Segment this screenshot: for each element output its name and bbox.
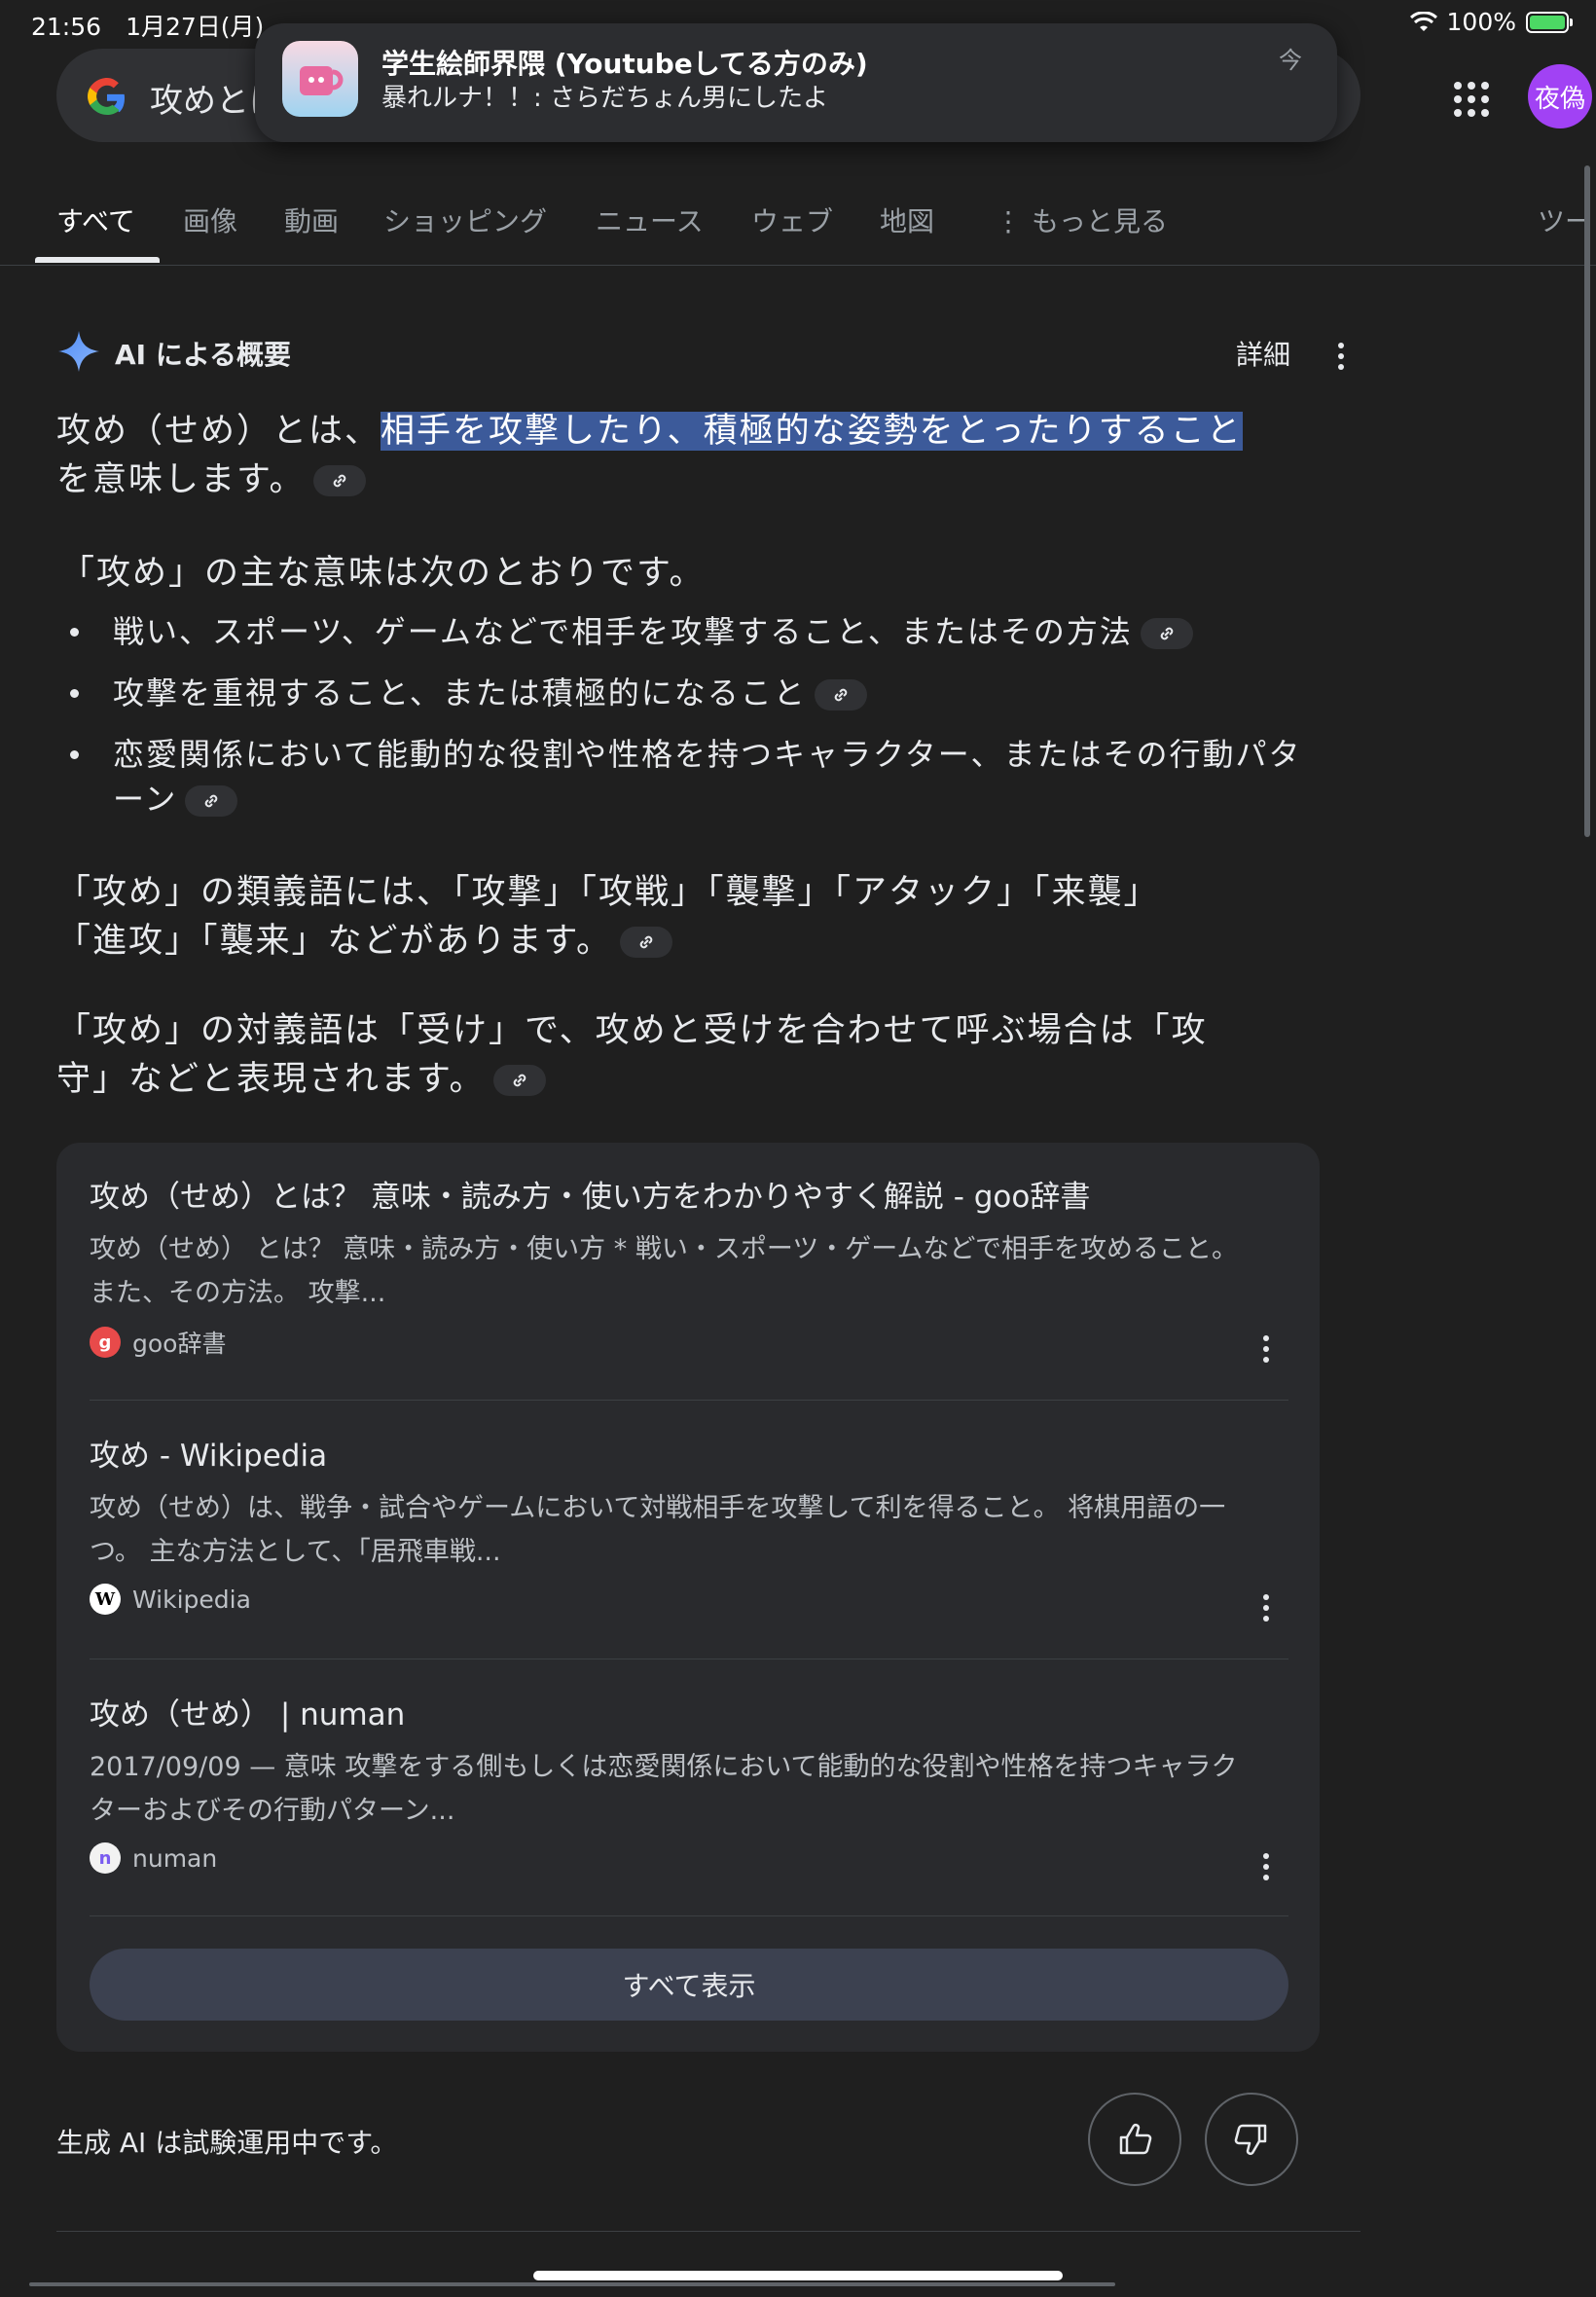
- source-link-icon[interactable]: [1140, 618, 1193, 649]
- status-right: 100%: [1409, 8, 1573, 36]
- numan-favicon-icon: n: [90, 1842, 121, 1874]
- tab-all[interactable]: すべて: [56, 201, 135, 239]
- home-indicator[interactable]: [533, 2271, 1063, 2280]
- source-title[interactable]: 攻め - Wikipedia: [90, 1431, 1288, 1475]
- tab-shopping[interactable]: ショッピング: [383, 201, 547, 239]
- source-snippet: 攻め（せめ）は、戦争・試合やゲームにおいて対戦相手を攻撃して利を得ること。 将棋…: [90, 1493, 1226, 1567]
- apps-grid-icon[interactable]: [1454, 82, 1489, 117]
- ai-synonyms: 「攻め」の類義語には、「攻撃」「攻戦」「襲撃」「アタック」「来襲」 「進攻」「襲…: [56, 873, 1160, 961]
- thumbs-down-icon: [1234, 2124, 1267, 2155]
- source-title[interactable]: 攻め（せめ）とは？ 意味・読み方・使い方をわかりやすく解説 - goo辞書: [90, 1172, 1288, 1216]
- ai-antonym: 「攻め」の対義語は「受け」で、攻めと受けを合わせて呼ぶ場合は「攻 守」などと表現…: [56, 1011, 1208, 1099]
- source-more-icon[interactable]: [1263, 1335, 1269, 1367]
- search-tabs: すべて 画像 動画 ショッピング ニュース ウェブ 地図 ⋮ もっと見る ツー: [0, 201, 1596, 266]
- tab-images[interactable]: 画像: [183, 201, 237, 239]
- notification-time: 今: [1279, 47, 1302, 74]
- tab-videos[interactable]: 動画: [284, 201, 339, 239]
- notification-title: 学生絵師界隈 (Youtubeしてる方のみ): [381, 48, 868, 80]
- source-link-icon[interactable]: [492, 1065, 546, 1096]
- ai-overview-label: AI による概要: [115, 339, 291, 371]
- show-all-button[interactable]: すべて表示: [90, 1949, 1288, 2021]
- cup-icon: [300, 66, 344, 95]
- divider: [90, 1400, 1288, 1401]
- status-time: 21:56 1月27日(月): [31, 13, 265, 41]
- source-item[interactable]: 攻め（せめ） | numan 2017/09/09 — 意味 攻撃をする側もしく…: [90, 1690, 1288, 1874]
- avatar[interactable]: 夜偽: [1528, 64, 1592, 128]
- source-item[interactable]: 攻め（せめ）とは？ 意味・読み方・使い方をわかりやすく解説 - goo辞書 攻め…: [90, 1172, 1288, 1360]
- horizontal-scrollbar[interactable]: [29, 2282, 1115, 2286]
- tab-news[interactable]: ニュース: [596, 201, 704, 239]
- source-more-icon[interactable]: [1263, 1594, 1269, 1626]
- more-vert-icon: ⋮: [995, 205, 1022, 237]
- tab-maps[interactable]: 地図: [880, 201, 934, 239]
- divider: [90, 1915, 1288, 1916]
- ai-more-icon[interactable]: [1338, 343, 1344, 375]
- source-snippet: 2017/09/09 — 意味 攻撃をする側もしくは恋愛関係において能動的な役割…: [90, 1752, 1238, 1826]
- google-logo-icon: [88, 78, 125, 115]
- source-site: n numan: [90, 1842, 1288, 1874]
- thumbs-down-button[interactable]: [1205, 2093, 1298, 2186]
- active-tab-indicator: [35, 257, 160, 263]
- ai-intro: 攻め（せめ）とは、相手を攻撃したり、積極的な姿勢をとったりすること を意味します…: [56, 412, 1243, 499]
- wifi-icon: [1409, 11, 1437, 31]
- ai-bullet-list: 戦い、スポーツ、ゲームなどで相手を攻撃すること、またはその方法 攻撃を重視するこ…: [66, 609, 1312, 838]
- battery-icon: [1526, 11, 1573, 33]
- source-title[interactable]: 攻め（せめ） | numan: [90, 1690, 1288, 1733]
- vertical-scrollbar[interactable]: [1584, 165, 1590, 837]
- source-link-icon[interactable]: [620, 927, 673, 958]
- list-item: 攻撃を重視すること、または積極的になること: [66, 671, 1312, 715]
- divider: [56, 2231, 1360, 2232]
- notification-body: 暴れルナ！！: さらだちょん男にしたよ: [381, 84, 829, 113]
- ai-detail-button[interactable]: 詳細: [1236, 334, 1290, 373]
- app-icon: [282, 41, 358, 117]
- thumbs-up-icon: [1119, 2124, 1152, 2155]
- experimental-note: 生成 AI は試験運用中です。: [56, 2127, 398, 2159]
- source-link-icon[interactable]: [312, 465, 366, 496]
- ai-subhead: 「攻め」の主な意味は次のとおりです。: [60, 554, 706, 593]
- wikipedia-favicon-icon: W: [90, 1584, 121, 1615]
- tab-web[interactable]: ウェブ: [751, 201, 833, 239]
- tab-more[interactable]: ⋮ もっと見る: [995, 201, 1168, 239]
- source-site: g goo辞書: [90, 1325, 1288, 1360]
- highlighted-text: 相手を攻撃したり、積極的な姿勢をとったりすること: [381, 412, 1243, 451]
- source-link-icon[interactable]: [185, 785, 238, 817]
- ai-sparkle-icon: [58, 331, 99, 372]
- thumbs-up-button[interactable]: [1088, 2093, 1181, 2186]
- list-item: 戦い、スポーツ、ゲームなどで相手を攻撃すること、またはその方法: [66, 609, 1312, 654]
- source-more-icon[interactable]: [1263, 1853, 1269, 1885]
- source-site: W Wikipedia: [90, 1584, 1288, 1615]
- source-snippet: 攻め（せめ） とは？ 意味・読み方・使い方 * 戦い・スポーツ・ゲームなどで相手…: [90, 1234, 1238, 1308]
- list-item: 恋愛関係において能動的な役割や性格を持つキャラクター、またはその行動パターン: [66, 732, 1312, 821]
- battery-percent: 100%: [1446, 8, 1516, 36]
- source-item[interactable]: 攻め - Wikipedia 攻め（せめ）は、戦争・試合やゲームにおいて対戦相手…: [90, 1431, 1288, 1615]
- source-link-icon[interactable]: [814, 679, 867, 711]
- goo-favicon-icon: g: [90, 1327, 121, 1358]
